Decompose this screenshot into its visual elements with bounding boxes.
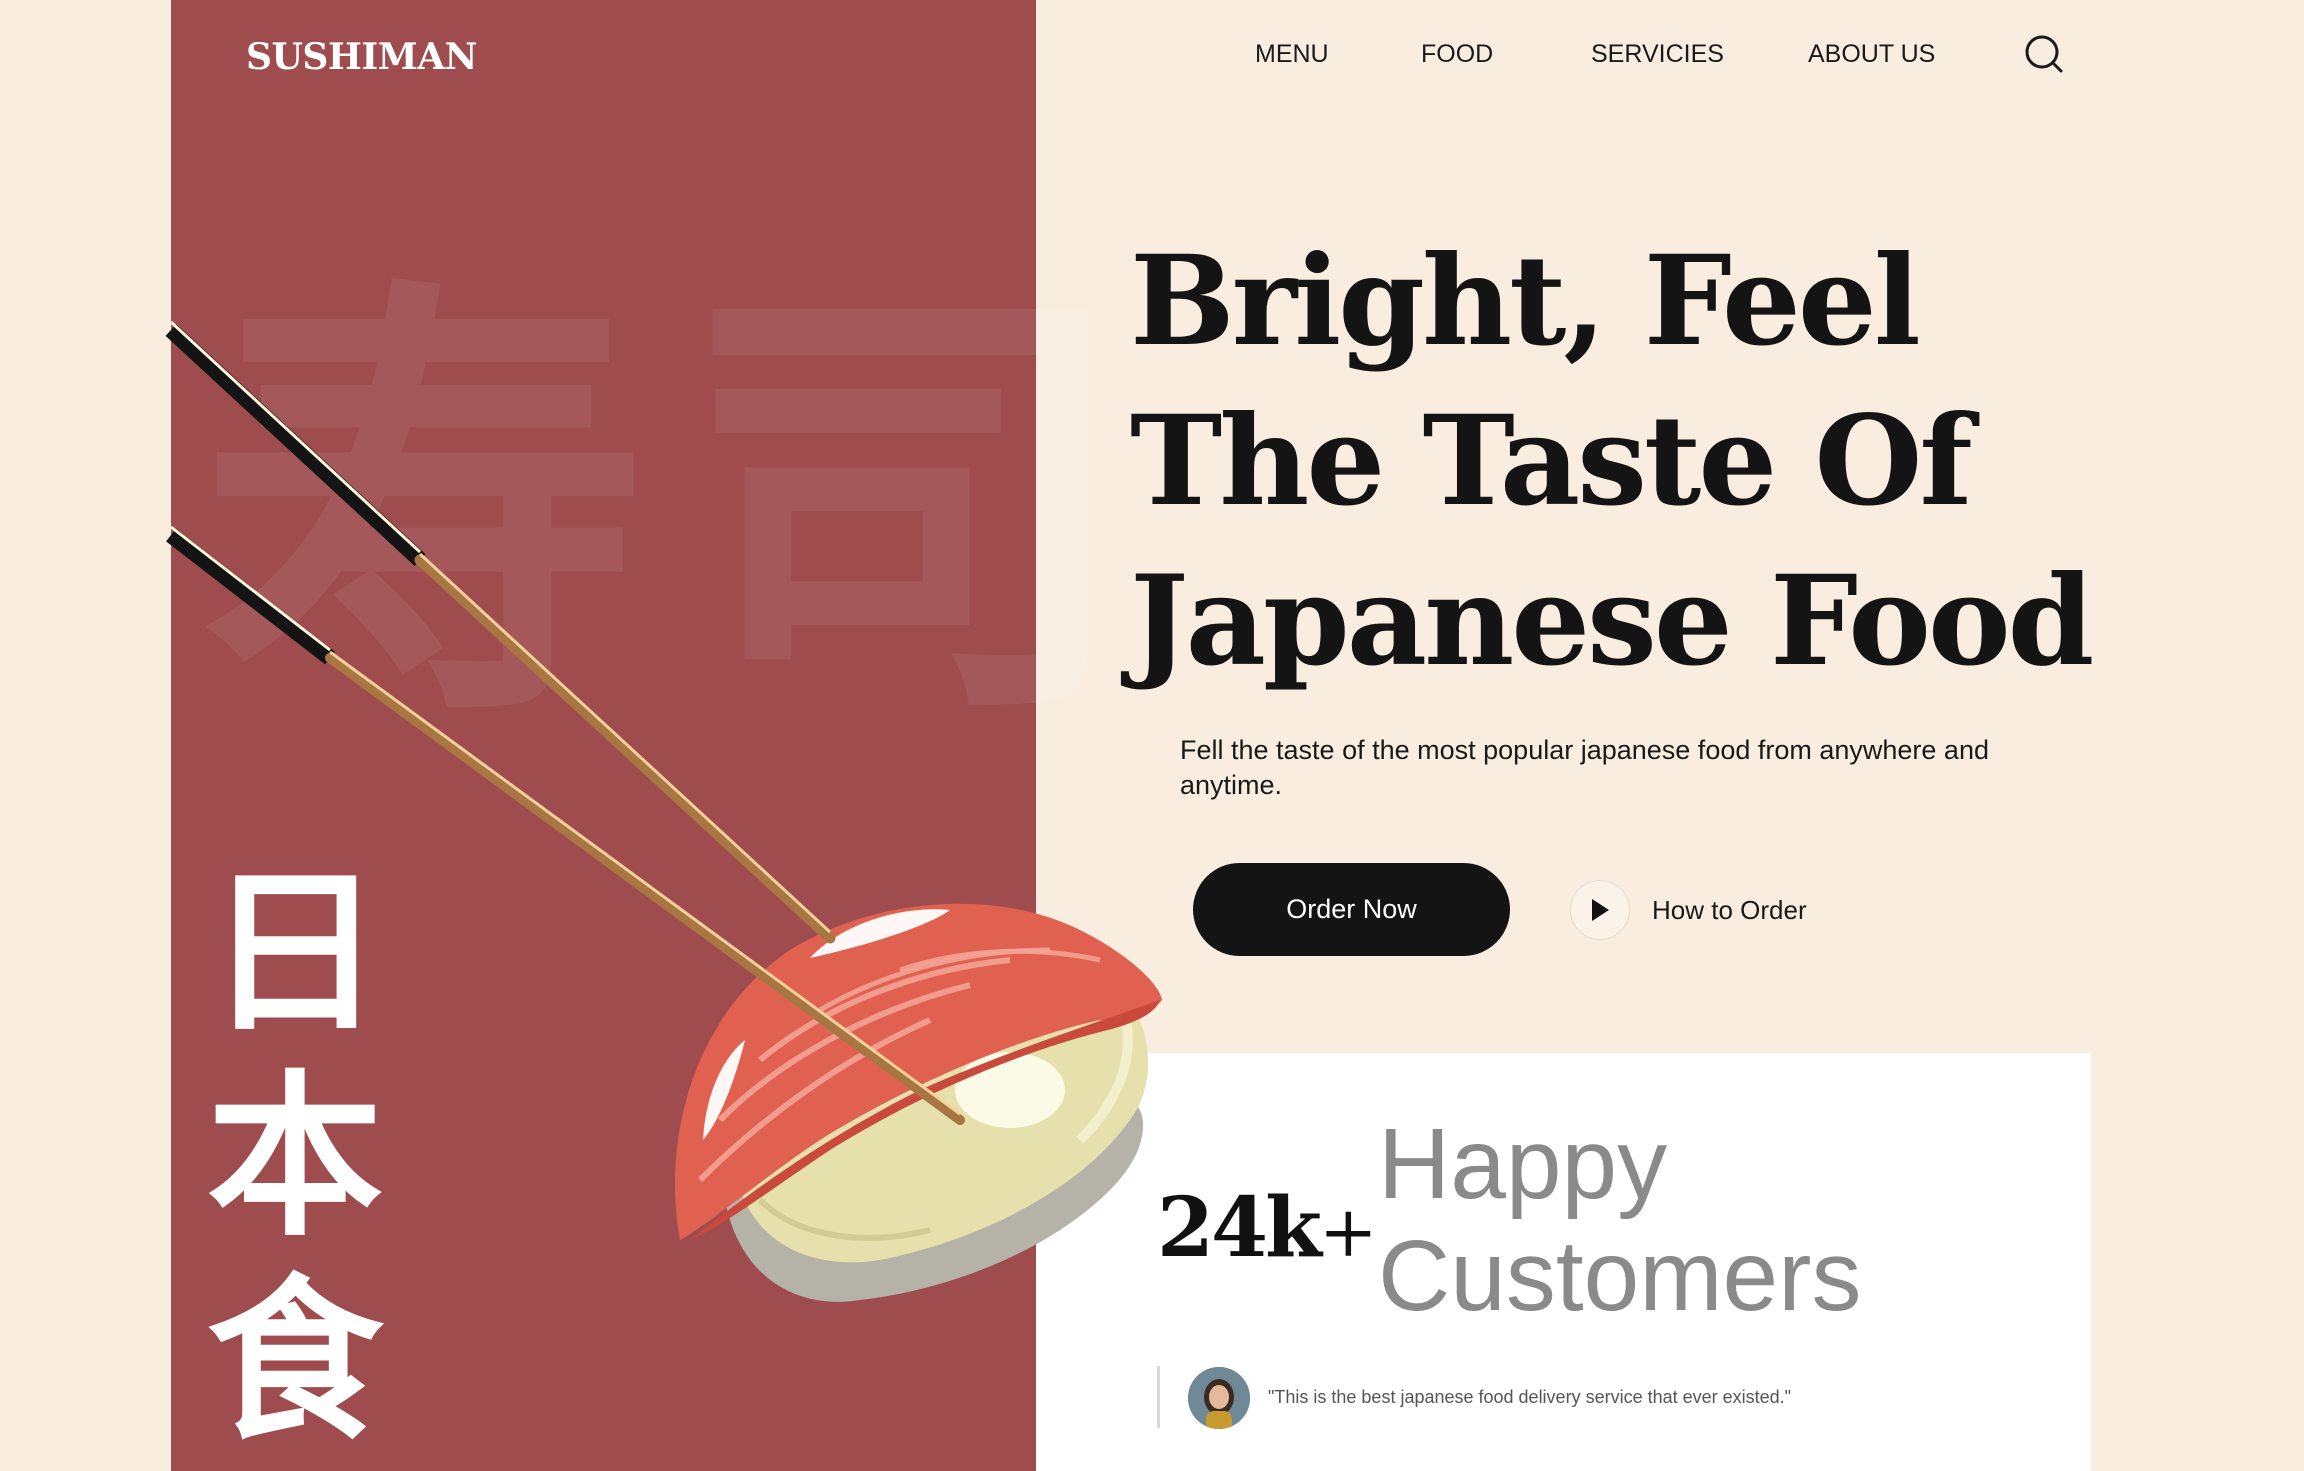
stat-label-line-2: Customers bbox=[1378, 1220, 1862, 1332]
avatar bbox=[1188, 1367, 1250, 1429]
stat-value: 24k bbox=[1157, 1180, 1322, 1276]
testimonial-text: "This is the best japanese food delivery… bbox=[1268, 1387, 1792, 1407]
kanji-hon: 本 bbox=[206, 1055, 383, 1260]
vertical-kanji: 日 本 食 bbox=[200, 852, 390, 1464]
hero-title: Bright, Feel The Taste Of Japanese Food bbox=[1130, 222, 2230, 702]
nav-about-us[interactable]: ABOUT US bbox=[1808, 40, 1935, 69]
happy-customers-count: 24k+ bbox=[1157, 1180, 1378, 1276]
order-now-button[interactable]: Order Now bbox=[1193, 863, 1510, 956]
background-kanji-watermark: 寿司 bbox=[200, 248, 1160, 772]
testimonial-divider bbox=[1157, 1366, 1160, 1428]
nav-food[interactable]: FOOD bbox=[1421, 40, 1493, 69]
search-icon[interactable] bbox=[2023, 34, 2065, 76]
hero-title-line-1: Bright, Feel bbox=[1130, 229, 1921, 374]
hero-subtitle: Fell the taste of the most popular japan… bbox=[1180, 735, 1989, 800]
stat-label-line-1: Happy bbox=[1378, 1108, 1668, 1220]
how-to-order-label: How to Order bbox=[1652, 894, 1807, 925]
hero-title-line-3: Japanese Food bbox=[1130, 549, 2094, 694]
play-icon[interactable] bbox=[1570, 880, 1630, 940]
nav-services[interactable]: SERVICIES bbox=[1591, 40, 1724, 69]
how-to-order-link[interactable]: How to Order bbox=[1570, 879, 1807, 941]
brand-logo[interactable]: SUSHIMAN bbox=[246, 36, 477, 78]
landing-page: 寿司 SUSHIMAN MENU FOOD SERVICIES ABOUT US… bbox=[0, 0, 2304, 1471]
nav-menu[interactable]: MENU bbox=[1255, 40, 1329, 69]
kanji-shoku: 食 bbox=[206, 1259, 383, 1464]
kanji-nichi: 日 bbox=[206, 851, 383, 1056]
stat-plus: + bbox=[1318, 1191, 1378, 1273]
happy-customers-label: Happy Customers bbox=[1378, 1108, 1861, 1332]
hero-title-line-2: The Taste Of bbox=[1130, 389, 1973, 534]
